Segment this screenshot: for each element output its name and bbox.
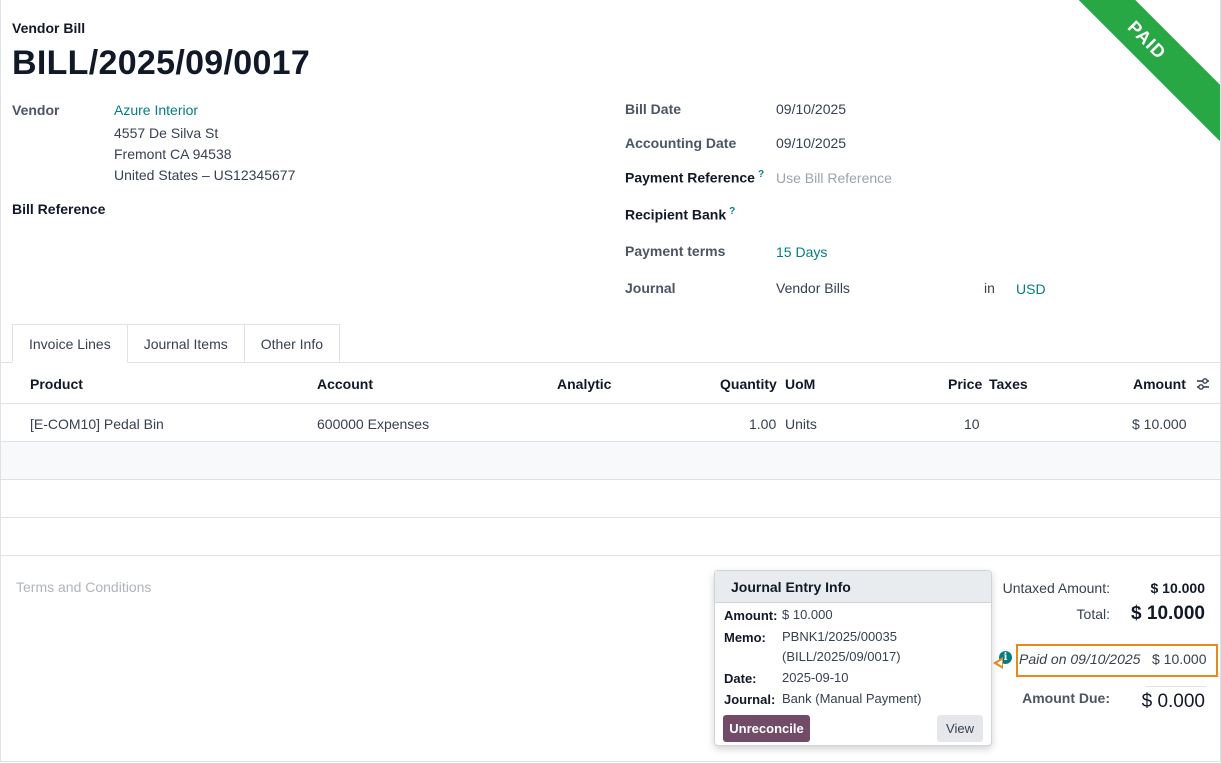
popover-memo-line2: (BILL/2025/09/0017) xyxy=(782,649,901,664)
unreconcile-button[interactable]: Unreconcile xyxy=(723,715,810,742)
column-uom[interactable]: UoM xyxy=(785,376,815,392)
table-row-divider xyxy=(1,555,1220,556)
column-price[interactable]: Price xyxy=(948,376,982,392)
column-account[interactable]: Account xyxy=(317,376,373,392)
accounting-date-label: Accounting Date xyxy=(625,135,737,151)
line-amount: $ 10.000 xyxy=(1132,416,1187,432)
bill-date-field[interactable]: 09/10/2025 xyxy=(776,101,846,117)
vendor-bill-form: PAID Vendor Bill BILL/2025/09/0017 Vendo… xyxy=(0,0,1221,762)
currency-link[interactable]: USD xyxy=(1016,281,1046,297)
vendor-address-line3: United States – US12345677 xyxy=(114,167,296,183)
popover-date-value: 2025-09-10 xyxy=(782,670,849,685)
in-label: in xyxy=(984,280,995,296)
payment-terms-link[interactable]: 15 Days xyxy=(776,244,827,260)
empty-row xyxy=(1,442,1220,480)
terms-input[interactable]: Terms and Conditions xyxy=(16,579,151,595)
untaxed-amount-value: $ 10.000 xyxy=(1150,580,1206,596)
optional-columns-icon[interactable] xyxy=(1196,377,1210,391)
line-price[interactable]: 10 xyxy=(964,416,980,432)
table-row-divider xyxy=(1,517,1220,518)
amount-due-value: $ 0.000 xyxy=(1141,691,1205,712)
payment-reference-label: Payment Reference? xyxy=(625,169,765,186)
line-quantity[interactable]: 1.00 xyxy=(749,416,776,432)
paid-amount: $ 10.000 xyxy=(1152,651,1207,667)
help-icon[interactable]: ? xyxy=(729,206,735,217)
journal-entry-popover: Journal Entry Info Amount: $ 10.000 Memo… xyxy=(714,570,992,746)
paid-ribbon: PAID xyxy=(1037,0,1220,150)
popover-title: Journal Entry Info xyxy=(715,571,991,603)
table-header-divider xyxy=(1,403,1220,404)
tab-other-info[interactable]: Other Info xyxy=(244,324,341,363)
popover-memo-line1: PBNK1/2025/00035 xyxy=(782,629,897,644)
tab-journal-items[interactable]: Journal Items xyxy=(127,324,245,363)
vendor-address-line1: 4557 De Silva St xyxy=(114,125,219,141)
popover-date-label: Date: xyxy=(724,671,757,686)
untaxed-amount-label: Untaxed Amount: xyxy=(1002,580,1110,596)
tab-invoice-lines[interactable]: Invoice Lines xyxy=(12,324,128,363)
table-row-divider xyxy=(1,479,1220,480)
vendor-link[interactable]: Azure Interior xyxy=(114,102,198,118)
popover-amount-value: $ 10.000 xyxy=(782,607,833,622)
bill-date-label: Bill Date xyxy=(625,101,682,117)
popover-journal-label: Journal: xyxy=(724,692,776,707)
column-product[interactable]: Product xyxy=(30,376,83,392)
column-analytic[interactable]: Analytic xyxy=(557,376,611,392)
column-quantity[interactable]: Quantity xyxy=(720,376,777,392)
vendor-address-line2: Fremont CA 94538 xyxy=(114,146,232,162)
column-taxes[interactable]: Taxes xyxy=(989,376,1028,392)
amount-due-label: Amount Due: xyxy=(1022,690,1110,706)
notebook-tabs: Invoice Lines Journal Items Other Info xyxy=(12,324,341,363)
view-button[interactable]: View xyxy=(937,715,983,742)
recipient-bank-label: Recipient Bank? xyxy=(625,206,736,223)
popover-memo-label: Memo: xyxy=(724,630,766,645)
column-amount[interactable]: Amount xyxy=(1133,376,1186,392)
vendor-label: Vendor xyxy=(12,102,60,118)
line-uom[interactable]: Units xyxy=(785,416,817,432)
page-title: BILL/2025/09/0017 xyxy=(12,44,311,82)
paid-on-label: Paid on 09/10/2025 xyxy=(1019,651,1141,667)
bill-reference-label: Bill Reference xyxy=(12,201,106,217)
help-icon[interactable]: ? xyxy=(758,169,764,180)
line-product[interactable]: [E-COM10] Pedal Bin xyxy=(30,416,164,432)
journal-label: Journal xyxy=(625,280,676,296)
popover-amount-label: Amount: xyxy=(724,608,778,623)
line-account[interactable]: 600000 Expenses xyxy=(317,416,429,432)
accounting-date-field[interactable]: 09/10/2025 xyxy=(776,135,846,151)
popover-journal-value: Bank (Manual Payment) xyxy=(782,691,922,706)
total-value: $ 10.000 xyxy=(1131,603,1205,624)
payment-reference-input[interactable]: Use Bill Reference xyxy=(776,170,892,186)
amount-due-divider xyxy=(1146,686,1206,687)
total-label: Total: xyxy=(1076,606,1110,622)
payment-terms-label: Payment terms xyxy=(625,243,726,259)
document-type: Vendor Bill xyxy=(12,20,86,36)
popover-arrow-inner xyxy=(997,660,1002,666)
journal-field[interactable]: Vendor Bills xyxy=(776,280,850,296)
